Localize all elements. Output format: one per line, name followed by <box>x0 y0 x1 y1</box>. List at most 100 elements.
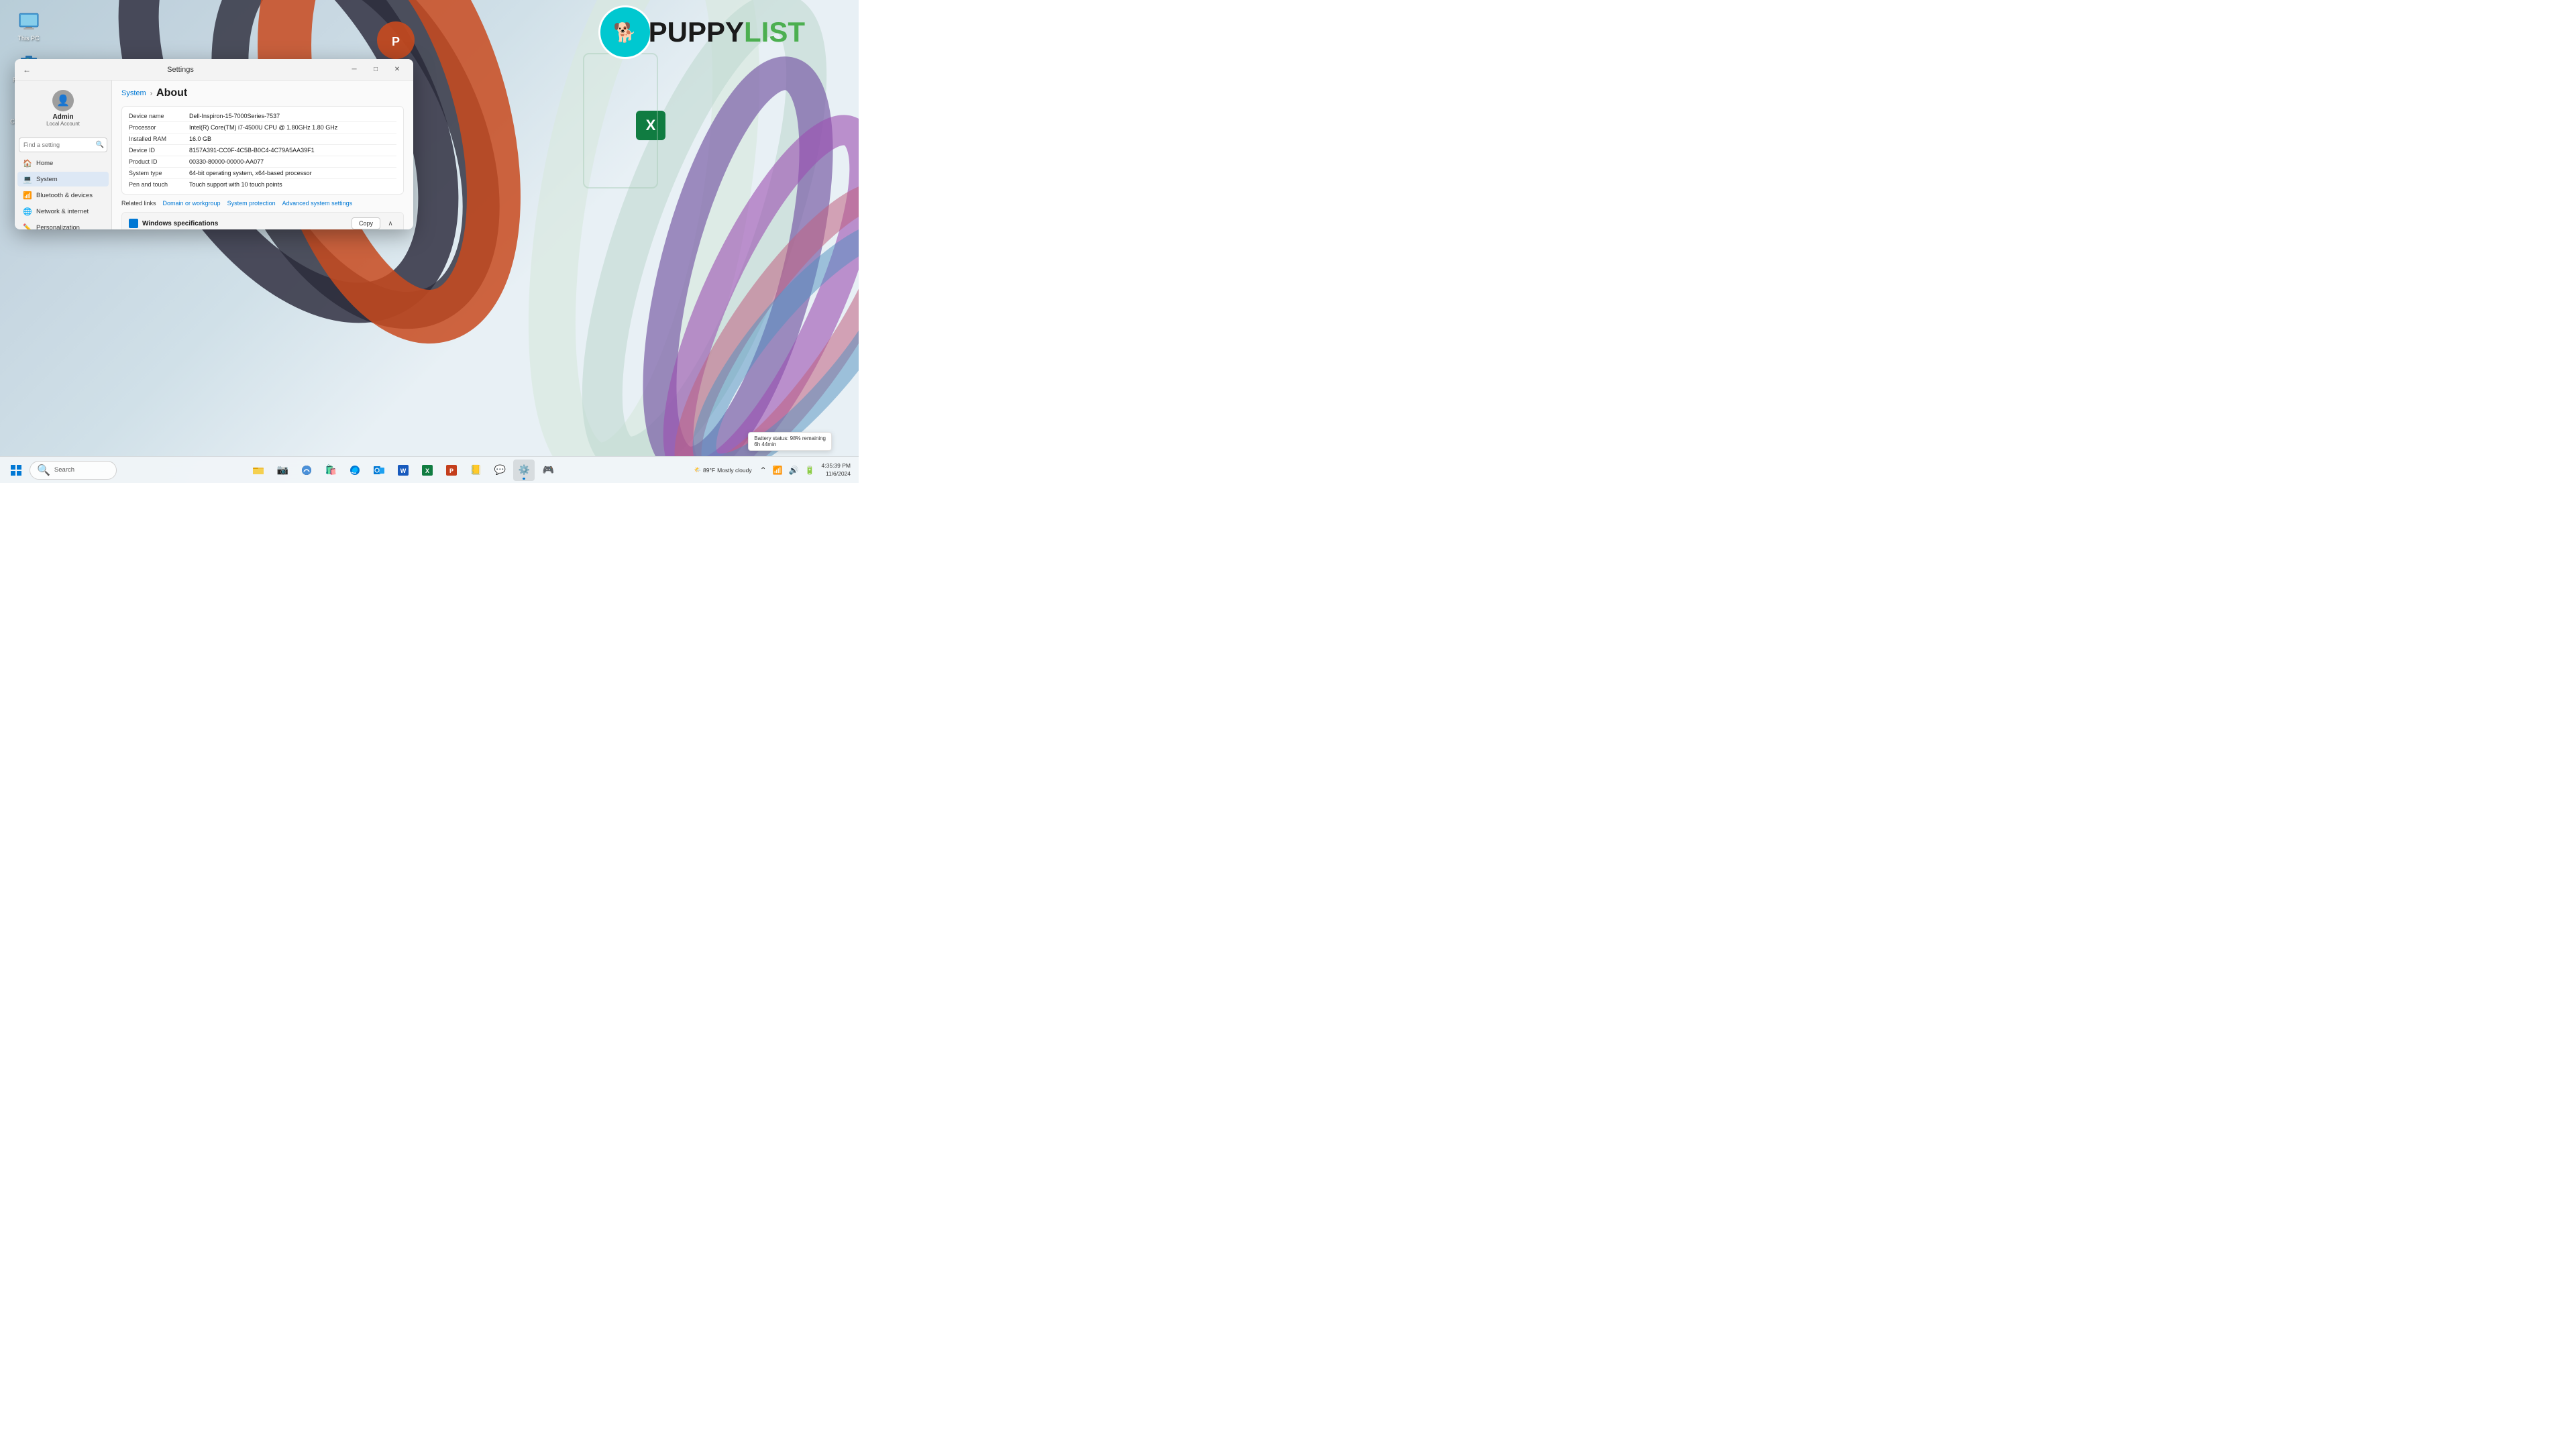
settings-search-box: 🔍 <box>19 138 107 152</box>
settings-search-input[interactable] <box>19 138 107 152</box>
user-profile[interactable]: 👤 Admin Local Account <box>15 85 111 132</box>
svg-text:X: X <box>425 468 429 474</box>
product-id-label: Product ID <box>129 158 189 165</box>
system-type-row: System type 64-bit operating system, x64… <box>129 168 396 179</box>
user-name: Admin <box>52 113 73 121</box>
sidebar-item-personalization[interactable]: ✏️ Personalization <box>17 220 109 229</box>
personalization-icon: ✏️ <box>23 223 32 229</box>
about-page-title: About <box>156 87 187 99</box>
windows-logo-grid <box>132 222 136 225</box>
pen-touch-value: Touch support with 10 touch points <box>189 181 282 188</box>
copy-button[interactable]: Copy <box>352 217 380 229</box>
specs-header: Windows specifications Copy ∧ <box>122 213 403 229</box>
taskbar-app-file-explorer[interactable] <box>248 460 269 481</box>
collapse-button[interactable]: ∧ <box>384 217 396 229</box>
taskbar-search-text: Search <box>54 466 74 474</box>
clock-time: 4:35:39 PM <box>822 462 851 470</box>
home-icon: 🏠 <box>23 158 32 168</box>
ram-label: Installed RAM <box>129 136 189 142</box>
device-name-row: Device name Dell-Inspiron-15-7000Series-… <box>129 111 396 122</box>
sidebar-network-label: Network & internet <box>36 208 89 215</box>
system-clock[interactable]: 4:35:39 PM 11/6/2024 <box>819 461 853 478</box>
battery-time-text: 6h 44min <box>754 441 826 447</box>
sidebar-system-label: System <box>36 176 58 183</box>
taskbar-app-teams[interactable]: 💬 <box>489 460 511 481</box>
taskbar-app-discord[interactable]: 🎮 <box>537 460 559 481</box>
taskbar-search-bar[interactable]: 🔍 Search <box>30 461 117 480</box>
volume-tray-icon[interactable]: 🔊 <box>788 464 800 476</box>
pen-touch-row: Pen and touch Touch support with 10 touc… <box>129 179 396 190</box>
settings-sidebar: 👤 Admin Local Account 🔍 🏠 Home 💻 System <box>15 80 112 229</box>
taskbar-right: 🌤️ 89°F Mostly cloudy ⌃ 📶 🔊 🔋 4:35:39 PM… <box>684 461 859 478</box>
taskbar-app-settings[interactable]: ⚙️ <box>513 460 535 481</box>
network-tray-icon[interactable]: 📶 <box>771 464 784 476</box>
sidebar-item-home[interactable]: 🏠 Home <box>17 156 109 170</box>
settings-body: 👤 Admin Local Account 🔍 🏠 Home 💻 System <box>15 80 413 229</box>
device-id-value: 8157A391-CC0F-4C5B-B0C4-4C79A5AA39F1 <box>189 147 315 154</box>
ram-row: Installed RAM 16.0 GB <box>129 133 396 145</box>
taskbar-app-camera[interactable]: 📷 <box>272 460 293 481</box>
pen-touch-label: Pen and touch <box>129 181 189 188</box>
minimize-button[interactable]: ─ <box>343 62 365 77</box>
start-button[interactable] <box>5 460 27 481</box>
processor-label: Processor <box>129 124 189 131</box>
taskbar-app-powerpoint[interactable]: P <box>441 460 462 481</box>
product-id-value: 00330-80000-00000-AA077 <box>189 158 264 165</box>
ram-value: 16.0 GB <box>189 136 211 142</box>
taskbar-app-store[interactable]: 🛍️ <box>320 460 341 481</box>
this-pc-image <box>17 9 41 34</box>
system-protection-link[interactable]: System protection <box>227 200 276 207</box>
sidebar-item-system[interactable]: 💻 System <box>17 172 109 186</box>
specs-header-right: Copy ∧ <box>352 217 396 229</box>
svg-text:X: X <box>646 117 656 133</box>
weather-icon: 🌤️ <box>694 466 701 474</box>
related-links: Related links Domain or workgroup System… <box>121 200 404 207</box>
taskbar: 🔍 Search 📷 <box>0 456 859 483</box>
processor-row: Processor Intel(R) Core(TM) i7-4500U CPU… <box>129 122 396 133</box>
taskbar-start: 🔍 Search <box>0 460 122 481</box>
windows-specs-section: Windows specifications Copy ∧ Edition Wi… <box>121 212 404 229</box>
taskbar-app-edge[interactable] <box>344 460 366 481</box>
sidebar-personalization-label: Personalization <box>36 224 80 230</box>
sidebar-bluetooth-label: Bluetooth & devices <box>36 192 93 199</box>
close-button[interactable]: ✕ <box>386 62 408 77</box>
device-name-value: Dell-Inspiron-15-7000Series-7537 <box>189 113 280 119</box>
taskbar-app-word[interactable]: W <box>392 460 414 481</box>
back-button[interactable]: ← <box>20 63 34 76</box>
taskbar-app-onenote[interactable]: 📒 <box>465 460 486 481</box>
system-breadcrumb-link[interactable]: System <box>121 89 146 97</box>
settings-main: System › About Device name Dell-Inspiron… <box>112 80 413 229</box>
taskbar-app-copilot[interactable] <box>296 460 317 481</box>
taskbar-app-excel[interactable]: X <box>417 460 438 481</box>
svg-text:W: W <box>400 468 407 474</box>
chevron-tray-icon[interactable]: ⌃ <box>759 464 768 476</box>
system-icon: 💻 <box>23 174 32 184</box>
user-role: Local Account <box>46 121 80 127</box>
sidebar-item-bluetooth[interactable]: 📶 Bluetooth & devices <box>17 188 109 203</box>
weather-temp: 89°F <box>703 467 715 474</box>
battery-tray-icon[interactable]: 🔋 <box>804 464 816 476</box>
device-info-table: Device name Dell-Inspiron-15-7000Series-… <box>121 106 404 195</box>
this-pc-label: This PC <box>17 35 39 42</box>
desktop: P X W This PC <box>0 0 859 483</box>
user-avatar: 👤 <box>52 90 74 111</box>
maximize-button[interactable]: □ <box>365 62 386 77</box>
taskbar-center: 📷 🛍️ <box>122 460 684 481</box>
puppy-logo: 🐕 PUPPYLIST <box>598 5 805 59</box>
specs-header-left: Windows specifications <box>129 219 218 228</box>
weather-info[interactable]: 🌤️ 89°F Mostly cloudy <box>690 465 755 475</box>
advanced-settings-link[interactable]: Advanced system settings <box>282 200 353 207</box>
sidebar-item-network[interactable]: 🌐 Network & internet <box>17 204 109 219</box>
battery-status-text: Battery status: 98% remaining <box>754 435 826 441</box>
device-id-row: Device ID 8157A391-CC0F-4C5B-B0C4-4C79A5… <box>129 145 396 156</box>
specs-section-title: Windows specifications <box>142 220 218 227</box>
sidebar-home-label: Home <box>36 160 53 167</box>
this-pc-icon[interactable]: This PC <box>7 7 50 45</box>
system-type-value: 64-bit operating system, x64-based proce… <box>189 170 312 176</box>
taskbar-app-outlook[interactable] <box>368 460 390 481</box>
device-name-label: Device name <box>129 113 189 119</box>
window-titlebar: ← Settings ─ □ ✕ <box>15 59 413 80</box>
domain-workgroup-link[interactable]: Domain or workgroup <box>163 200 221 207</box>
related-links-label: Related links <box>121 200 156 207</box>
settings-window: ← Settings ─ □ ✕ 👤 Admin Local Account <box>15 59 413 229</box>
